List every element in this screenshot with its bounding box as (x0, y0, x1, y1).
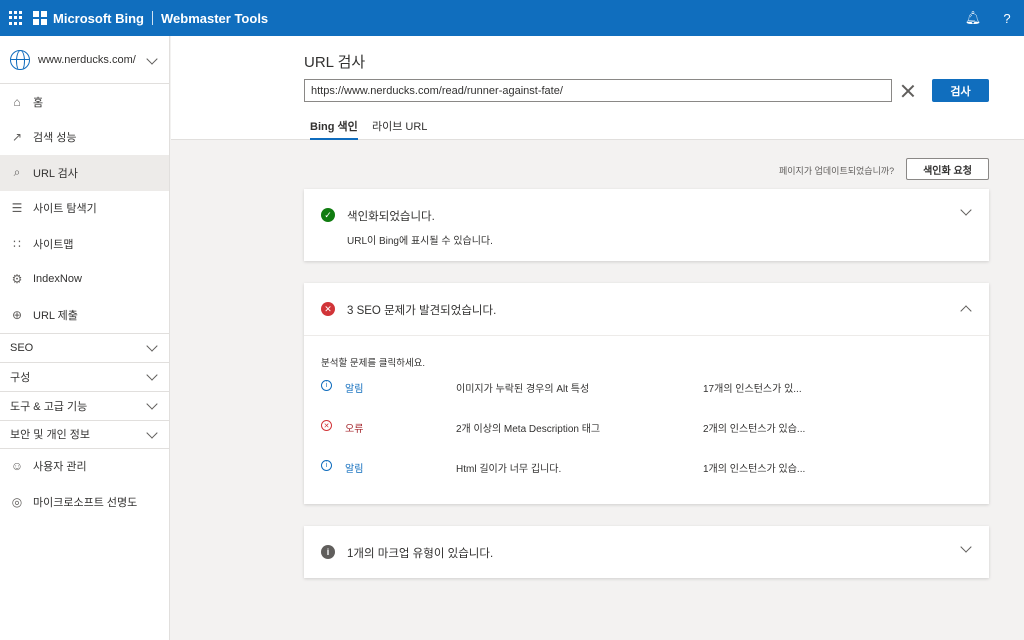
trend-icon: ↗ (11, 130, 23, 145)
chevron-down-icon[interactable] (960, 204, 972, 216)
issue-type: 알림 (345, 464, 364, 475)
site-name: www.nerducks.com/ (38, 53, 136, 66)
sitemap-icon: ∷ (13, 236, 21, 251)
request-indexing-button[interactable]: 색인화 요청 (906, 158, 989, 180)
app-launcher-icon[interactable] (9, 11, 23, 25)
notification-bell-icon[interactable]: 🔔︎ (956, 0, 990, 36)
chevron-down-icon[interactable] (960, 541, 972, 553)
sidebar-item-sitemaps[interactable]: ∷ 사이트맵 (0, 226, 169, 262)
brand-separator (152, 11, 153, 25)
sidebar-item-label: URL 검사 (33, 167, 78, 180)
sidebar-item-label: URL 제출 (33, 309, 78, 322)
tab-bing-index[interactable]: Bing 색인 (310, 118, 358, 140)
sidebar-group-label: 도구 & 고급 기능 (10, 400, 88, 413)
clarity-icon: ◎ (11, 494, 23, 509)
indexed-title: 색인화되었습니다. (347, 211, 435, 223)
error-icon: ✕ (321, 302, 335, 316)
url-inspection-header: URL 검사 검사 Bing 색인 라이브 URL (171, 36, 1024, 140)
tab-live-url[interactable]: 라이브 URL (372, 118, 427, 140)
top-bar: Microsoft Bing Webmaster Tools 🔔︎ ? (0, 0, 1024, 36)
chevron-down-icon (146, 53, 158, 65)
site-selector[interactable]: www.nerducks.com/ (0, 36, 169, 84)
sidebar-group-security[interactable]: 보안 및 개인 정보 (0, 419, 169, 449)
issue-type: 오류 (345, 424, 364, 435)
issue-count: 17개의 인스턴스가 있... (703, 384, 802, 395)
sidebar-group-label: SEO (10, 341, 34, 354)
sidebar-item-home[interactable]: ⌂ 홈 (0, 84, 169, 120)
user-icon: ☺ (10, 459, 24, 474)
product-name[interactable]: Webmaster Tools (161, 11, 268, 26)
brand-name[interactable]: Microsoft Bing (53, 11, 144, 26)
page-title: URL 검사 (304, 54, 366, 71)
issue-type: 알림 (345, 384, 364, 395)
microsoft-logo-icon (33, 11, 47, 25)
help-icon[interactable]: ? (990, 0, 1024, 36)
clear-icon[interactable] (901, 84, 915, 98)
info-icon: i (321, 460, 332, 471)
document-icon: ☰ (11, 201, 23, 216)
sidebar-item-submit-urls[interactable]: ⊕ URL 제출 (0, 297, 169, 333)
indexed-status-card[interactable]: ✓ 색인화되었습니다. URL이 Bing에 표시될 수 있습니다. (304, 189, 989, 261)
sidebar-item-label: 홈 (33, 96, 44, 109)
sidebar-item-label: 검색 성능 (33, 132, 77, 145)
chevron-up-icon[interactable] (960, 305, 972, 317)
url-input[interactable] (304, 79, 892, 102)
sidebar-item-search-performance[interactable]: ↗ 검색 성능 (0, 120, 169, 156)
sidebar-group-label: 보안 및 개인 정보 (10, 429, 91, 441)
markup-card[interactable]: i 1개의 마크업 유형이 있습니다. (304, 526, 989, 578)
divider (304, 335, 989, 336)
checkmark-icon: ✓ (321, 208, 335, 222)
sidebar-item-label: 사이트맵 (33, 238, 74, 251)
update-question: 페이지가 업데이트되었습니까? (779, 166, 895, 176)
issue-count: 2개의 인스턴스가 있습... (703, 424, 806, 435)
chevron-down-icon (146, 426, 158, 439)
markup-title: 1개의 마크업 유형이 있습니다. (347, 548, 494, 560)
seo-issues-card: ✕ 3 SEO 문제가 발견되었습니다. 분석할 문제를 클릭하세요. i 알림… (304, 283, 989, 504)
sidebar-item-label: 사이트 탐색기 (33, 203, 97, 216)
indexed-subtitle: URL이 Bing에 표시될 수 있습니다. (347, 236, 493, 247)
sidebar-group-tools[interactable]: 도구 & 고급 기능 (0, 390, 169, 420)
sidebar-item-indexnow[interactable]: ⚙ IndexNow (0, 262, 169, 298)
issue-row[interactable]: ✕ 오류 2개 이상의 Meta Description 태그 2개의 인스턴스… (321, 420, 971, 436)
issue-hint: 분석할 문제를 클릭하세요. (321, 358, 426, 369)
home-icon: ⌂ (13, 94, 21, 109)
sidebar-group-seo[interactable]: SEO (0, 332, 169, 362)
info-icon: i (321, 380, 332, 391)
globe-icon (10, 49, 30, 70)
sidebar-group-label: 구성 (10, 371, 31, 384)
search-icon: ⌕ (13, 165, 21, 180)
error-icon: ✕ (321, 420, 332, 431)
globe-icon: ⊕ (11, 307, 23, 322)
sidebar-item-site-explorer[interactable]: ☰ 사이트 탐색기 (0, 191, 169, 227)
info-icon: i (321, 545, 335, 559)
sidebar-item-label: IndexNow (33, 273, 82, 286)
sidebar-item-label: 사용자 관리 (33, 461, 87, 474)
chevron-down-icon (146, 397, 158, 410)
sidebar: www.nerducks.com/ ⌂ 홈 ↗ 검색 성능 ⌕ URL 검사 ☰… (0, 36, 170, 640)
chevron-down-icon (146, 339, 158, 352)
sidebar-item-label: 마이크로소프트 선명도 (33, 496, 138, 509)
sidebar-item-url-inspection[interactable]: ⌕ URL 검사 (0, 155, 169, 191)
issue-count: 1개의 인스턴스가 있습... (703, 464, 806, 475)
sidebar-item-clarity[interactable]: ◎ 마이크로소프트 선명도 (0, 484, 169, 520)
seo-issues-title: 3 SEO 문제가 발견되었습니다. (347, 305, 497, 317)
issue-description: 2개 이상의 Meta Description 태그 (456, 424, 601, 435)
issue-row[interactable]: i 알림 이미지가 누락된 경우의 Alt 특성 17개의 인스턴스가 있... (321, 380, 971, 396)
issue-row[interactable]: i 알림 Html 길이가 너무 깁니다. 1개의 인스턴스가 있습... (321, 460, 971, 476)
issue-description: Html 길이가 너무 깁니다. (456, 464, 562, 475)
sidebar-item-user-management[interactable]: ☺ 사용자 관리 (0, 449, 169, 485)
inspect-button[interactable]: 검사 (932, 79, 989, 102)
sidebar-group-configuration[interactable]: 구성 (0, 361, 169, 391)
chevron-down-icon (146, 368, 158, 381)
gear-icon: ⚙ (11, 272, 23, 287)
issue-description: 이미지가 누락된 경우의 Alt 특성 (456, 384, 590, 395)
